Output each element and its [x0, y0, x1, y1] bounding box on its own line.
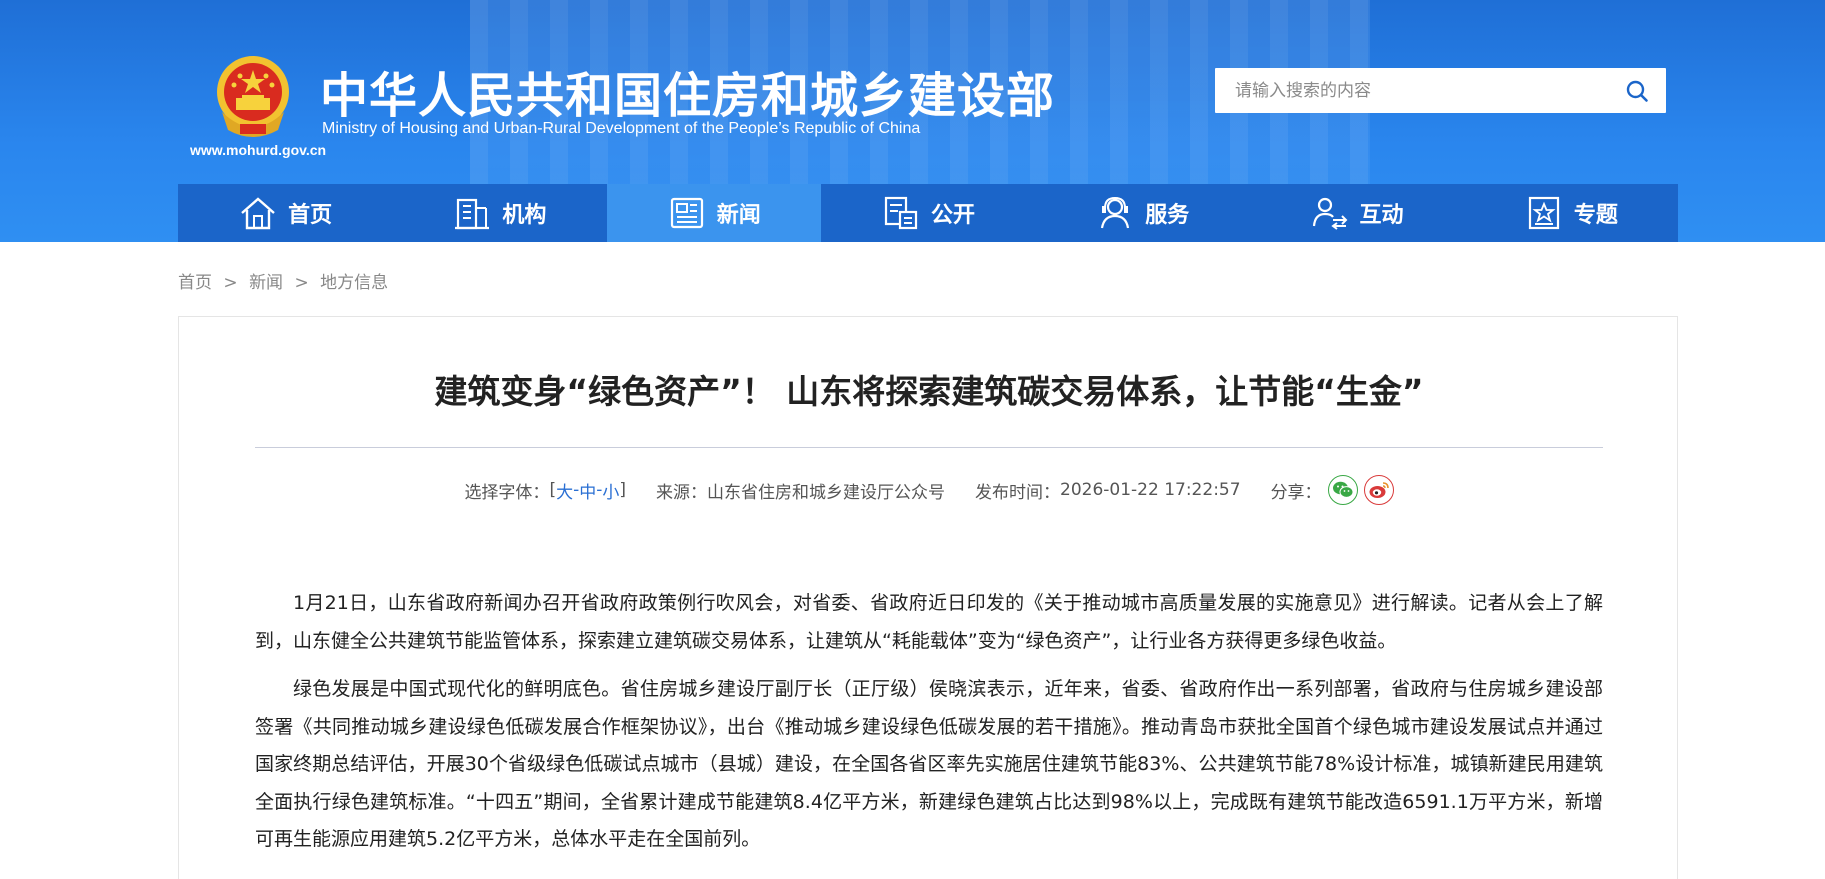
- interaction-icon: [1310, 195, 1350, 231]
- breadcrumb-news[interactable]: 新闻: [249, 273, 283, 293]
- font-bracket-close: ]: [619, 480, 626, 500]
- font-bracket-open: [: [549, 480, 557, 500]
- site-header: www.mohurd.gov.cn 中华人民共和国住房和城乡建设部 Minist…: [0, 0, 1825, 242]
- font-large-link[interactable]: 大: [556, 478, 573, 503]
- nav-item-news[interactable]: 新闻: [606, 184, 821, 242]
- nav-item-organization[interactable]: 机构: [392, 184, 606, 242]
- breadcrumb-local-info[interactable]: 地方信息: [320, 273, 388, 293]
- search-input[interactable]: [1215, 68, 1608, 113]
- share-group: 分享：: [1271, 475, 1394, 505]
- article-paragraph: 绿色发展是中国式现代化的鲜明底色。省住房城乡建设厅副厅长（正厅级）侯晓滨表示，近…: [255, 678, 1603, 850]
- site-title-english: Ministry of Housing and Urban-Rural Deve…: [322, 120, 921, 137]
- nav-item-public[interactable]: 公开: [821, 184, 1035, 242]
- nav-item-label: 专题: [1573, 203, 1618, 228]
- wechat-share-button[interactable]: [1327, 475, 1358, 505]
- nav-item-home[interactable]: 首页: [178, 184, 392, 242]
- public-info-icon: [881, 195, 921, 231]
- nav-item-label: 新闻: [716, 203, 761, 228]
- breadcrumb-separator: >: [294, 273, 309, 293]
- breadcrumb-separator: >: [223, 273, 238, 293]
- source-label: 来源：: [656, 482, 707, 503]
- article-source: 来源： 山东省住房和城乡建设厅公众号: [656, 478, 945, 503]
- font-size-switcher: 选择字体： [ 大 - 中 - 小 ]: [464, 478, 626, 503]
- site-url: www.mohurd.gov.cn: [190, 142, 327, 158]
- nav-item-label: 公开: [930, 203, 975, 228]
- publish-time-label: 发布时间：: [975, 482, 1060, 503]
- building-icon: [452, 195, 492, 231]
- article-meta: 选择字体： [ 大 - 中 - 小 ] 来源： 山东省住房和城乡建设厅公众号 发…: [179, 475, 1679, 505]
- national-emblem-icon: [217, 56, 289, 137]
- title-divider: [255, 447, 1603, 448]
- search-icon: [1626, 80, 1648, 102]
- publish-time-value: 2026-01-22 17:22:57: [1060, 480, 1241, 500]
- nav-item-label: 服务: [1145, 203, 1190, 228]
- article-title: 建筑变身“绿色资产”！ 山东将探索建筑碳交易体系，让节能“生金”: [434, 372, 1424, 411]
- weibo-icon: [1369, 482, 1389, 498]
- main-nav: 首页 机构 新闻 公开 服务 互动 专题: [178, 184, 1678, 242]
- news-icon: [667, 195, 707, 231]
- article-card: 建筑变身“绿色资产”！ 山东将探索建筑碳交易体系，让节能“生金” 选择字体： […: [178, 316, 1678, 879]
- search-button[interactable]: [1608, 68, 1666, 113]
- weibo-share-button[interactable]: [1363, 475, 1394, 505]
- site-title-chinese: 中华人民共和国住房和城乡建设部: [320, 68, 1056, 124]
- service-icon: [1095, 195, 1135, 231]
- home-icon: [238, 195, 278, 231]
- breadcrumb-home[interactable]: 首页: [178, 273, 212, 293]
- article-body: 1月21日，山东省政府新闻办召开省政府政策例行吹风会，对省委、省政府近日印发的《…: [255, 585, 1603, 870]
- nav-item-interaction[interactable]: 互动: [1249, 184, 1463, 242]
- share-label: 分享：: [1270, 482, 1322, 503]
- nav-item-service[interactable]: 服务: [1035, 184, 1249, 242]
- topic-star-icon: [1524, 195, 1564, 231]
- font-medium-link[interactable]: 中: [579, 478, 596, 503]
- nav-item-label: 首页: [288, 203, 333, 228]
- font-small-link[interactable]: 小: [602, 478, 619, 503]
- breadcrumb: 首页 > 新闻 > 地方信息: [178, 268, 388, 293]
- nav-item-label: 机构: [502, 203, 547, 228]
- source-value: 山东省住房和城乡建设厅公众号: [707, 482, 945, 503]
- search-box: [1215, 68, 1666, 113]
- article-paragraph: 1月21日，山东省政府新闻办召开省政府政策例行吹风会，对省委、省政府近日印发的《…: [255, 592, 1603, 652]
- publish-time: 发布时间： 2026-01-22 17:22:57: [975, 478, 1241, 503]
- font-size-label: 选择字体：: [464, 482, 550, 503]
- wechat-icon: [1332, 481, 1354, 498]
- nav-item-topics[interactable]: 专题: [1464, 184, 1678, 242]
- nav-item-label: 互动: [1359, 203, 1404, 228]
